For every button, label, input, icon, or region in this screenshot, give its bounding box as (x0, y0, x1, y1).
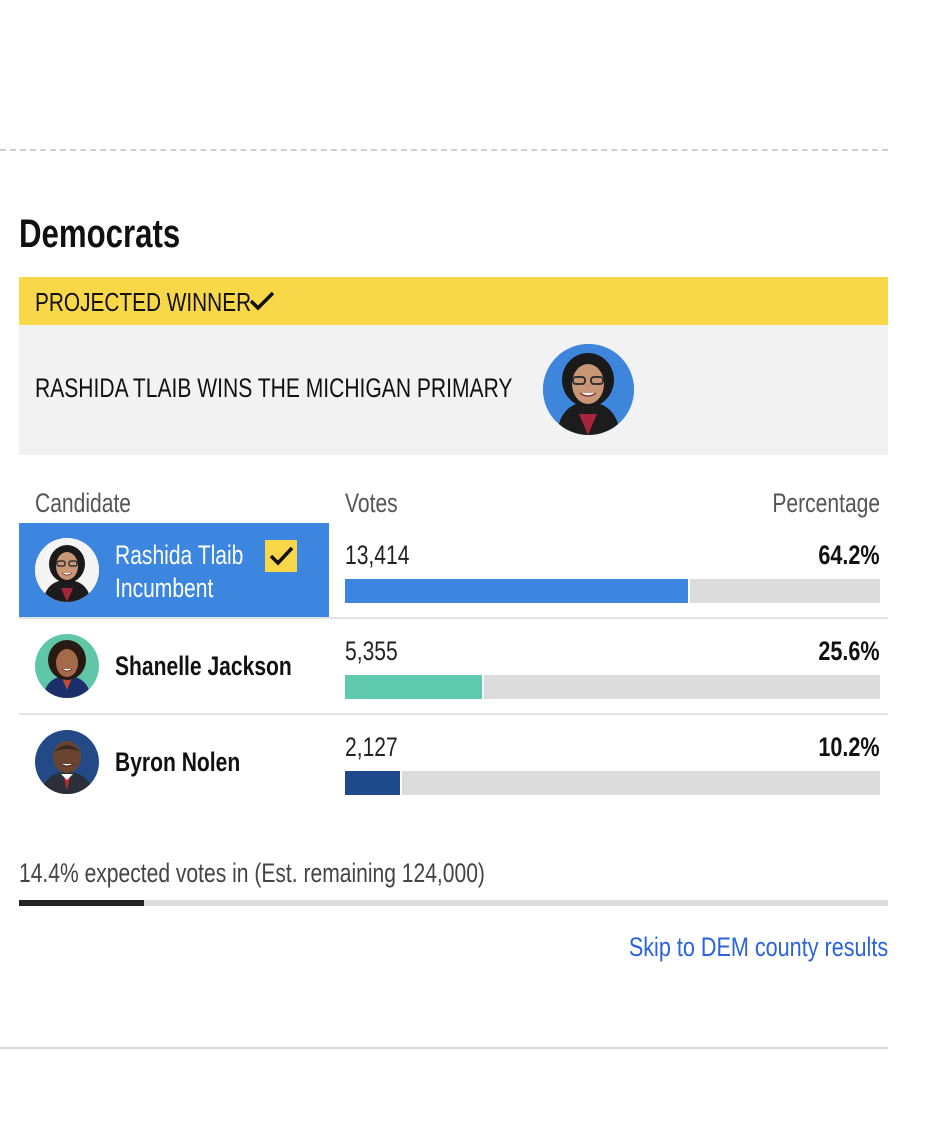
vote-bar (345, 675, 484, 699)
incumbent-label: Incumbent (115, 573, 214, 603)
candidate-row-tlaib[interactable]: Rashida Tlaib Incumbent 13,414 64.2% (19, 523, 888, 619)
vote-bar (345, 771, 402, 795)
vote-bar-track (345, 771, 880, 795)
candidate-cell: Rashida Tlaib Incumbent (19, 523, 329, 617)
vote-count: 5,355 (345, 636, 398, 666)
candidate-row-nolen[interactable]: Byron Nolen 2,127 10.2% (19, 715, 888, 811)
skip-to-county-results-link[interactable]: Skip to DEM county results (564, 932, 888, 962)
vote-bar-track (345, 675, 880, 699)
candidate-cell: Shanelle Jackson (19, 619, 329, 713)
vote-bar-track (345, 579, 880, 603)
column-header-percentage: Percentage (772, 488, 880, 518)
bottom-divider (0, 1047, 888, 1049)
winner-avatar (543, 344, 634, 435)
vote-percentage: 64.2% (818, 540, 880, 570)
candidate-avatar (35, 730, 99, 794)
vote-bar (345, 579, 691, 603)
vote-percentage: 10.2% (818, 732, 880, 762)
candidate-name: Rashida Tlaib (115, 540, 244, 570)
expected-votes-progress-fill (19, 900, 145, 906)
vote-percentage: 25.6% (818, 636, 880, 666)
column-header-candidate: Candidate (35, 488, 132, 518)
check-icon (249, 291, 275, 311)
section-title: Democrats (19, 212, 181, 256)
winner-announcement: RASHIDA TLAIB WINS THE MICHIGAN PRIMARY (19, 325, 888, 455)
candidate-name: Byron Nolen (115, 747, 241, 777)
candidate-name: Shanelle Jackson (115, 651, 292, 681)
vote-count: 13,414 (345, 540, 410, 570)
column-header-votes: Votes (345, 488, 398, 518)
candidate-avatar (35, 634, 99, 698)
expected-votes-progress (19, 900, 888, 906)
vote-count: 2,127 (345, 732, 398, 762)
projected-winner-banner: PROJECTED WINNER (19, 277, 888, 325)
candidate-cell: Byron Nolen (19, 715, 329, 809)
candidate-avatar (35, 538, 99, 602)
winner-check-icon (265, 540, 297, 572)
candidate-row-jackson[interactable]: Shanelle Jackson 5,355 25.6% (19, 619, 888, 715)
top-divider (0, 149, 888, 151)
expected-votes-text: 14.4% expected votes in (Est. remaining … (19, 858, 485, 888)
